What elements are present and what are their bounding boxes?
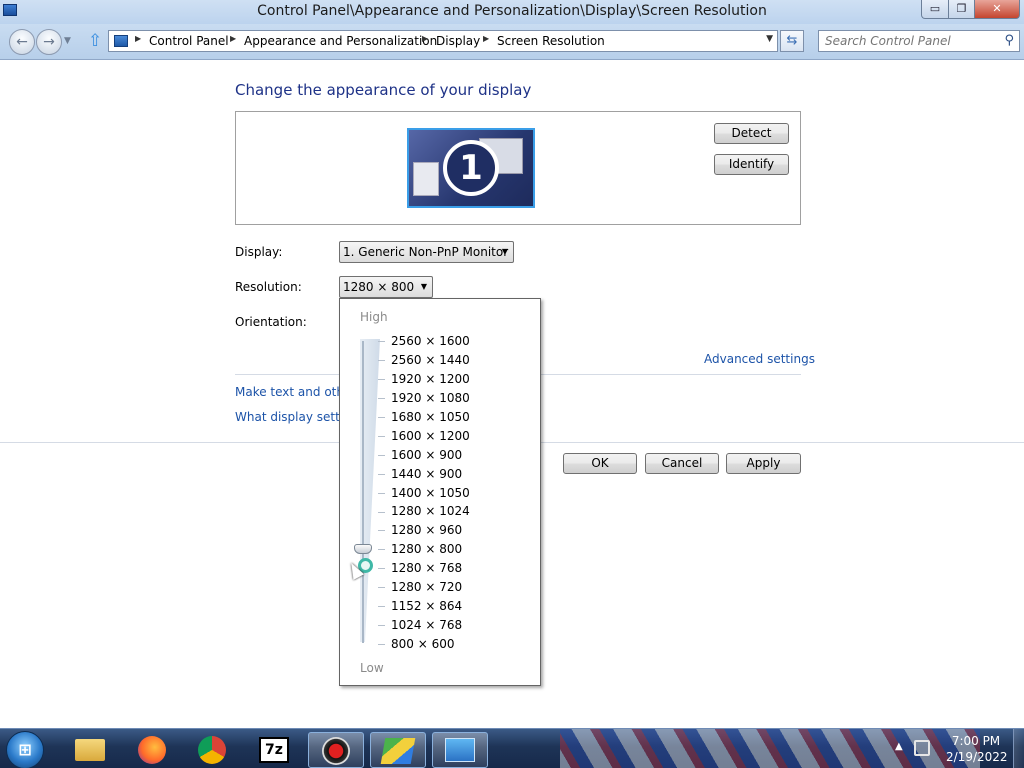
- detect-button[interactable]: Detect: [714, 123, 789, 144]
- minimize-button[interactable]: ▭: [921, 0, 949, 19]
- slider-tick: [378, 436, 385, 437]
- resolution-option-selected[interactable]: 1280 × 800: [391, 542, 462, 556]
- cancel-button[interactable]: Cancel: [645, 453, 719, 474]
- bluestacks-taskbar-icon[interactable]: [370, 732, 426, 768]
- slider-tick: [378, 360, 385, 361]
- forward-button[interactable]: →: [36, 29, 62, 55]
- breadcrumb-separator-icon[interactable]: ▶: [230, 34, 236, 43]
- up-arrow-icon[interactable]: ⇧: [88, 32, 102, 50]
- display-select-value: 1. Generic Non-PnP Monitor: [343, 245, 509, 259]
- advanced-settings-link[interactable]: Advanced settings: [704, 352, 815, 366]
- resolution-option[interactable]: 1680 × 1050: [391, 410, 470, 424]
- resolution-option[interactable]: 1024 × 768: [391, 618, 462, 632]
- resolution-slider-thumb[interactable]: [354, 544, 372, 554]
- display-select[interactable]: 1. Generic Non-PnP Monitor ▼: [339, 241, 514, 263]
- slider-rail: [362, 341, 364, 643]
- resolution-option[interactable]: 1920 × 1200: [391, 372, 470, 386]
- monitor-number-badge: 1: [443, 140, 499, 196]
- resolution-select[interactable]: 1280 × 800 ▼: [339, 276, 433, 298]
- breadcrumb-control-panel[interactable]: Control Panel: [149, 34, 229, 48]
- search-icon[interactable]: ⚲: [1004, 33, 1014, 48]
- high-label: High: [360, 310, 388, 324]
- breadcrumb-screen-resolution[interactable]: Screen Resolution: [497, 34, 605, 48]
- control-panel-taskbar-icon[interactable]: [432, 732, 488, 768]
- resolution-option[interactable]: 1600 × 1200: [391, 429, 470, 443]
- window-title: Control Panel\Appearance and Personaliza…: [257, 3, 767, 19]
- slider-tick: [378, 417, 385, 418]
- breadcrumb-separator-icon[interactable]: ▶: [483, 34, 489, 43]
- resolution-select-value: 1280 × 800: [343, 280, 415, 294]
- resolution-option[interactable]: 1920 × 1080: [391, 391, 470, 405]
- slider-tick: [378, 530, 385, 531]
- slider-tick: [378, 587, 385, 588]
- monitor-preview-area: 1 Detect Identify: [235, 111, 801, 225]
- orientation-label: Orientation:: [235, 315, 307, 329]
- resolution-option[interactable]: 1280 × 768: [391, 561, 462, 575]
- identify-button[interactable]: Identify: [714, 154, 789, 175]
- 7zip-label: 7z: [259, 737, 289, 763]
- slider-tick: [378, 512, 385, 513]
- chevron-down-icon: ▼: [501, 247, 508, 256]
- display-label: Display:: [235, 245, 283, 259]
- resolution-option[interactable]: 2560 × 1600: [391, 334, 470, 348]
- resolution-option[interactable]: 1440 × 900: [391, 467, 462, 481]
- firefox-taskbar-icon[interactable]: [124, 732, 180, 768]
- slider-tick: [378, 493, 385, 494]
- slider-tick: [378, 398, 385, 399]
- resolution-option[interactable]: 1280 × 960: [391, 523, 462, 537]
- screen-recorder-taskbar-icon[interactable]: [308, 732, 364, 768]
- show-hidden-icons-icon[interactable]: ▲: [895, 741, 903, 752]
- start-button[interactable]: ⊞: [6, 731, 44, 768]
- slider-tick: [378, 341, 385, 342]
- taskbar: ⊞ 7z ▲ 7:00 PM 2/19/2022: [0, 728, 1024, 768]
- low-label: Low: [360, 661, 384, 675]
- show-desktop-button[interactable]: [1013, 729, 1024, 768]
- resolution-option[interactable]: 1280 × 1024: [391, 504, 470, 518]
- slider-tick: [378, 455, 385, 456]
- restore-button[interactable]: ❐: [948, 0, 975, 19]
- slider-tick: [378, 474, 385, 475]
- slider-tick: [378, 568, 385, 569]
- resolution-dropdown: High 2560 × 1600 2560 × 1440 1920 × 1200…: [339, 298, 541, 686]
- page-title: Change the appearance of your display: [235, 81, 532, 99]
- title-bar: Control Panel\Appearance and Personaliza…: [0, 0, 1024, 24]
- slider-tick: [378, 549, 385, 550]
- resolution-option[interactable]: 800 × 600: [391, 637, 455, 651]
- breadcrumb-display[interactable]: Display: [436, 34, 480, 48]
- resolution-option[interactable]: 1280 × 720: [391, 580, 462, 594]
- navigation-bar: ← → ▼ ⇧ ▶ Control Panel ▶ Appearance and…: [0, 24, 1024, 60]
- refresh-button[interactable]: ⇆: [780, 30, 804, 52]
- search-input[interactable]: [825, 34, 995, 48]
- breadcrumb-appearance[interactable]: Appearance and Personalization: [244, 34, 437, 48]
- ok-button[interactable]: OK: [563, 453, 637, 474]
- back-button[interactable]: ←: [9, 29, 35, 55]
- breadcrumb-separator-icon[interactable]: ▶: [422, 34, 428, 43]
- 7zip-taskbar-icon[interactable]: 7z: [246, 732, 302, 768]
- monitor-1-thumbnail[interactable]: 1: [407, 128, 535, 208]
- resolution-option[interactable]: 1152 × 864: [391, 599, 462, 613]
- search-box[interactable]: ⚲: [818, 30, 1020, 52]
- resolution-option[interactable]: 1600 × 900: [391, 448, 462, 462]
- apply-button[interactable]: Apply: [726, 453, 801, 474]
- chrome-taskbar-icon[interactable]: [184, 732, 240, 768]
- resolution-option[interactable]: 1400 × 1050: [391, 486, 470, 500]
- resolution-label: Resolution:: [235, 280, 302, 294]
- slider-tick: [378, 379, 385, 380]
- clock-date[interactable]: 2/19/2022: [946, 750, 1008, 764]
- desktop-preview-window: [413, 162, 439, 196]
- slider-tick: [378, 644, 385, 645]
- clock-time[interactable]: 7:00 PM: [946, 734, 1006, 748]
- windows-explorer-taskbar-icon[interactable]: [62, 732, 118, 768]
- resolution-option[interactable]: 2560 × 1440: [391, 353, 470, 367]
- slider-tick: [378, 625, 385, 626]
- recent-pages-chevron-icon[interactable]: ▼: [64, 36, 71, 46]
- slider-tick: [378, 606, 385, 607]
- chevron-down-icon: ▼: [420, 282, 427, 291]
- control-panel-icon: [114, 35, 128, 47]
- address-dropdown-icon[interactable]: ▼: [766, 34, 773, 44]
- close-button[interactable]: ✕: [974, 0, 1020, 19]
- breadcrumb-separator-icon[interactable]: ▶: [135, 34, 141, 43]
- network-icon[interactable]: [914, 740, 930, 756]
- address-bar[interactable]: ▶ Control Panel ▶ Appearance and Persona…: [108, 30, 778, 52]
